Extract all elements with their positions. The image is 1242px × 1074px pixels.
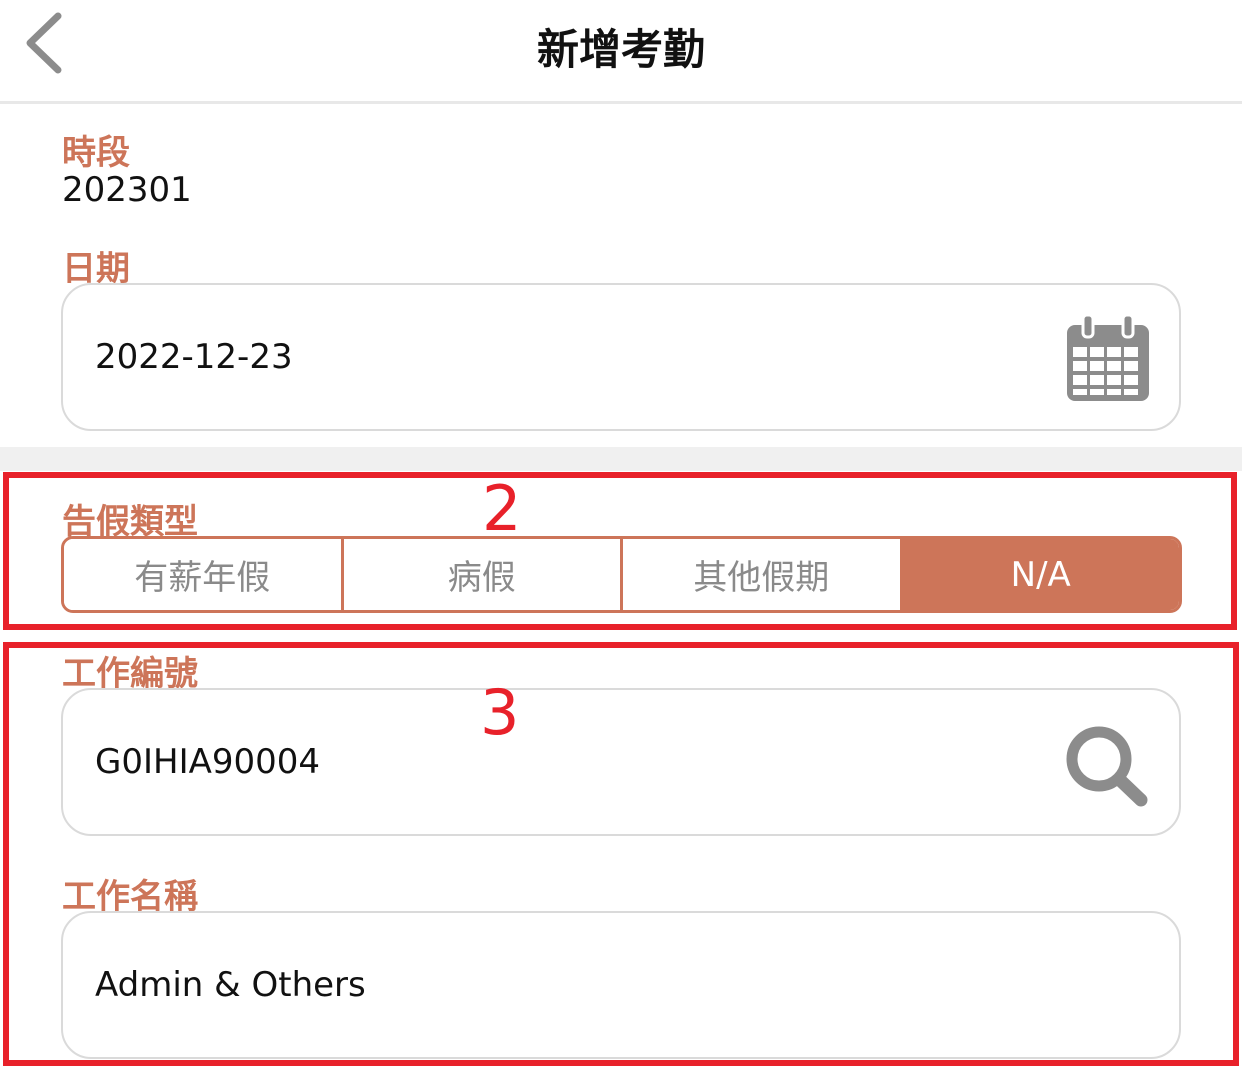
date-value: 2022-12-23: [95, 337, 293, 377]
annotation-box-3: [3, 642, 1239, 1066]
period-value: 202301: [62, 170, 192, 210]
date-field[interactable]: 2022-12-23: [61, 283, 1181, 431]
annotation-number-3: 3: [480, 676, 520, 749]
calendar-icon: [1067, 313, 1149, 401]
calendar-button[interactable]: [1065, 313, 1151, 407]
page-title: 新增考勤: [536, 25, 705, 74]
annotation-box-2: [3, 472, 1237, 630]
period-label: 時段: [62, 133, 130, 173]
section-divider: [0, 447, 1242, 471]
header-bar: 新增考勤: [0, 0, 1242, 104]
annotation-number-2: 2: [482, 472, 522, 545]
